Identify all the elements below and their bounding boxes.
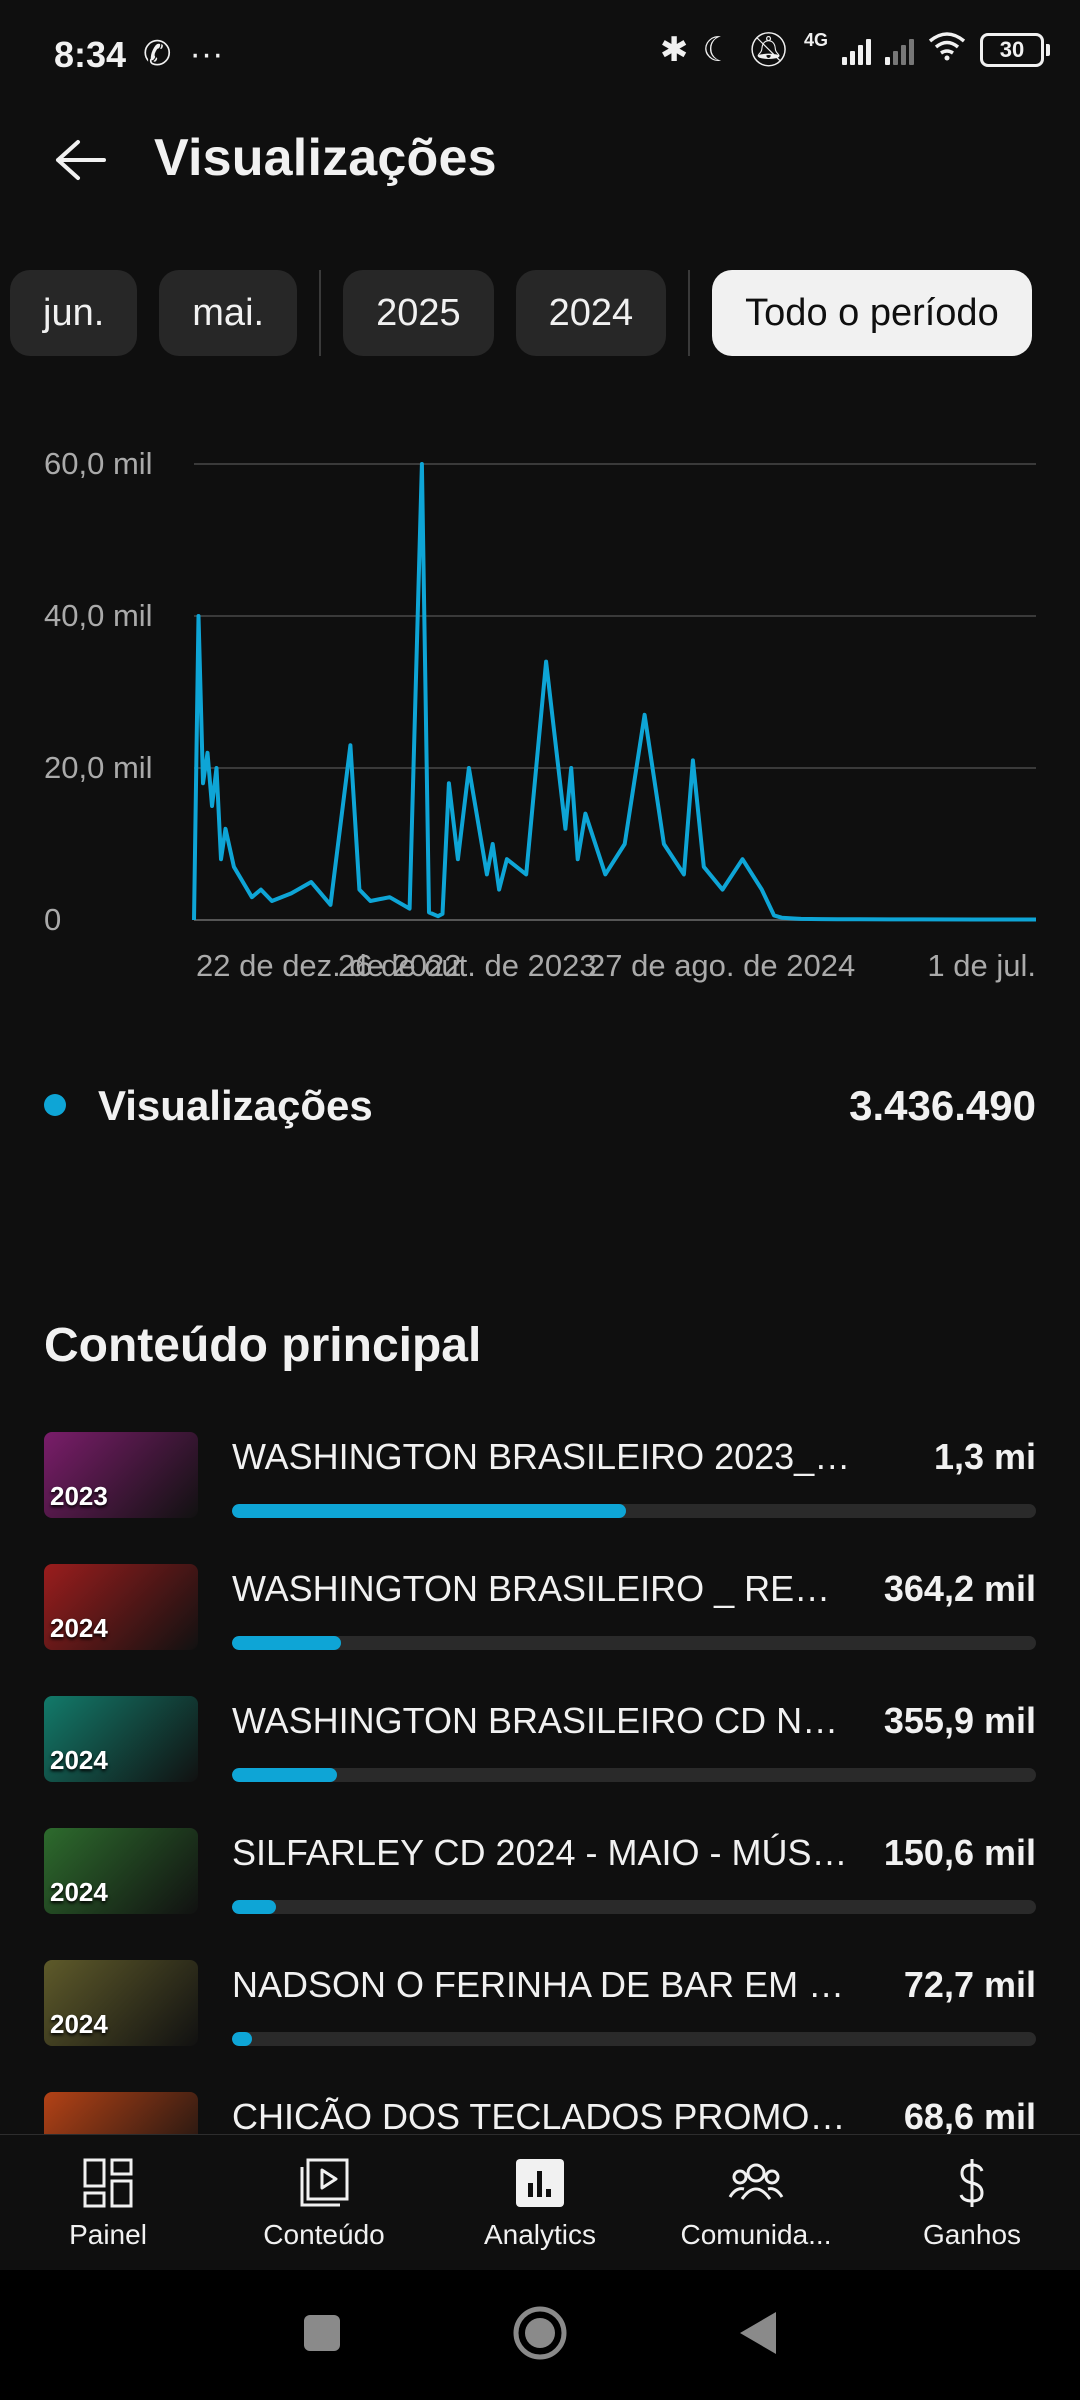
y-tick-label: 0: [44, 902, 61, 937]
status-right-icons: ✱ ☾ 🔕︎ 4G 30: [659, 30, 1050, 70]
content-views: 72,7 mil: [903, 1964, 1036, 2005]
do-not-disturb-icon: ☾: [702, 31, 733, 69]
video-thumbnail: 2024: [44, 1828, 198, 1914]
video-thumbnail: 2023: [44, 1432, 198, 1518]
y-tick-label: 20,0 mil: [44, 750, 153, 785]
views-progress-fill: [232, 1768, 337, 1782]
nav-label: Painel: [69, 2219, 147, 2250]
views-progress-fill: [232, 1900, 277, 1914]
content-views: 355,9 mil: [883, 1700, 1036, 1741]
content-title: WASHINGTON BRASILEIRO _ REPERTÓRIO NOVO: [232, 1568, 852, 1609]
views-progress-track: [232, 1768, 1036, 1782]
nav-ganhos[interactable]: Ganhos: [864, 2135, 1080, 2271]
nav-conteudo[interactable]: Conteúdo: [216, 2135, 432, 2271]
more-notifications-icon: ···: [189, 34, 224, 73]
y-tick-label: 60,0 mil: [44, 446, 153, 481]
video-thumbnail: 2024: [44, 1696, 198, 1782]
content-item[interactable]: 2024 WASHINGTON BRASILEIRO _ REPERTÓRIO N…: [44, 1560, 1036, 1692]
page-title: Visualizações: [154, 129, 497, 187]
series-color-dot: [44, 1094, 66, 1116]
dollar-icon: [944, 2155, 1000, 2211]
thumbnail-text: 2023: [50, 1481, 108, 1511]
top-content-list: 2023 WASHINGTON BRASILEIRO 2023_LANÇAMENT…: [44, 1428, 1036, 2220]
chip-divider: [319, 270, 322, 356]
content-title: NADSON O FERINHA DE BAR EM BAR: [232, 1964, 852, 2005]
video-thumbnail: 2024: [44, 1564, 198, 1650]
nav-painel[interactable]: Painel: [0, 2135, 216, 2271]
chip-divider: [688, 270, 691, 356]
y-tick-label: 40,0 mil: [44, 598, 153, 633]
content-title: WASHINGTON BRASILEIRO CD NOVO: [232, 1700, 852, 1741]
dashboard-icon: [80, 2155, 136, 2211]
nav-label: Comunida...: [680, 2219, 832, 2250]
nav-label: Ganhos: [922, 2219, 1022, 2250]
x-tick-label: 27 de ago. de 2024: [588, 948, 855, 983]
thumbnail-text: 2024: [50, 1745, 108, 1775]
views-line-chart[interactable]: 60,0 mil40,0 mil20,0 mil022 de dez. de 2…: [0, 420, 1080, 1000]
community-icon: [728, 2155, 784, 2211]
content-views: 364,2 mil: [883, 1568, 1036, 1609]
series-line-visualizacoes: [192, 462, 1036, 922]
bluetooth-icon: ✱: [659, 31, 689, 69]
chip-2024[interactable]: 2024: [515, 270, 667, 356]
content-item[interactable]: 2024 WASHINGTON BRASILEIRO CD NOVO 355,9 m…: [44, 1692, 1036, 1824]
content-views: 150,6 mil: [883, 1832, 1036, 1873]
thumbnail-text: 2024: [50, 1613, 108, 1643]
period-filter-chips: jun. mai. 2025 2024 Todo o período: [10, 270, 1032, 356]
views-progress-fill: [232, 2032, 253, 2046]
views-progress-track: [232, 2032, 1036, 2046]
wifi-icon: [928, 31, 966, 70]
back-arrow-icon[interactable]: [48, 128, 112, 192]
analytics-icon: [512, 2155, 568, 2211]
network-type: 4G: [803, 30, 828, 50]
content-item[interactable]: 2024 SILFARLEY CD 2024 - MAIO - MÚSICAS N…: [44, 1824, 1036, 1956]
back-icon[interactable]: [738, 2310, 778, 2361]
views-progress-track: [232, 1636, 1036, 1650]
views-progress-fill: [232, 1636, 341, 1650]
video-thumbnail: 2024: [44, 1960, 198, 2046]
chip-jun[interactable]: jun.: [10, 270, 138, 356]
content-title: SILFARLEY CD 2024 - MAIO - MÚSICAS NOVAS: [232, 1832, 852, 1873]
x-tick-label: 1 de jul.: [927, 948, 1036, 983]
content-title: WASHINGTON BRASILEIRO 2023_LANÇAMENTO: [232, 1436, 852, 1477]
system-navigation-bar: [0, 2270, 1080, 2400]
x-tick-label: 26 de out. de 2023: [338, 948, 597, 983]
views-progress-track: [232, 1504, 1036, 1518]
nav-label: Conteúdo: [263, 2219, 385, 2250]
mute-icon: 🔕︎: [746, 31, 790, 69]
top-content-title: Conteúdo principal: [44, 1319, 482, 1372]
status-time: 8:34: [54, 34, 127, 75]
thumbnail-text: 2024: [50, 1877, 108, 1907]
content-library-icon: [296, 2155, 352, 2211]
chip-2025[interactable]: 2025: [343, 270, 494, 356]
chip-mai[interactable]: mai.: [159, 270, 298, 356]
content-item[interactable]: 2024 NADSON O FERINHA DE BAR EM BAR 72,7 m…: [44, 1956, 1036, 2088]
views-progress-track: [232, 1900, 1036, 1914]
status-left-icons: ✆ ···: [143, 34, 223, 74]
thumbnail-text: 2024: [50, 2009, 108, 2039]
views-progress-fill: [232, 1504, 626, 1518]
recent-apps-icon[interactable]: [302, 2313, 342, 2358]
whatsapp-icon: ✆: [143, 35, 172, 73]
summary-total-views: 3.436.490: [849, 1082, 1036, 1129]
summary-label: Visualizações: [98, 1082, 373, 1129]
content-item[interactable]: 2023 WASHINGTON BRASILEIRO 2023_LANÇAMENT…: [44, 1428, 1036, 1560]
battery-icon: 30: [980, 33, 1050, 67]
content-views: 1,3 mi: [933, 1436, 1036, 1477]
content-title: CHICÃO DOS TECLADOS PROMOCIONAL: [232, 2096, 852, 2137]
nav-comunidade[interactable]: Comunida...: [648, 2135, 864, 2271]
home-icon[interactable]: [512, 2305, 568, 2366]
content-views: 68,6 mil: [903, 2096, 1036, 2137]
signal-2-icon: [885, 35, 914, 65]
nav-label: Analytics: [483, 2219, 597, 2250]
nav-analytics[interactable]: Analytics: [432, 2135, 648, 2271]
chip-all-time[interactable]: Todo o período: [712, 270, 1032, 356]
signal-icon: [842, 35, 871, 65]
bottom-navigation: Painel Conteúdo Analytics Comunida... Ga…: [0, 2134, 1080, 2271]
